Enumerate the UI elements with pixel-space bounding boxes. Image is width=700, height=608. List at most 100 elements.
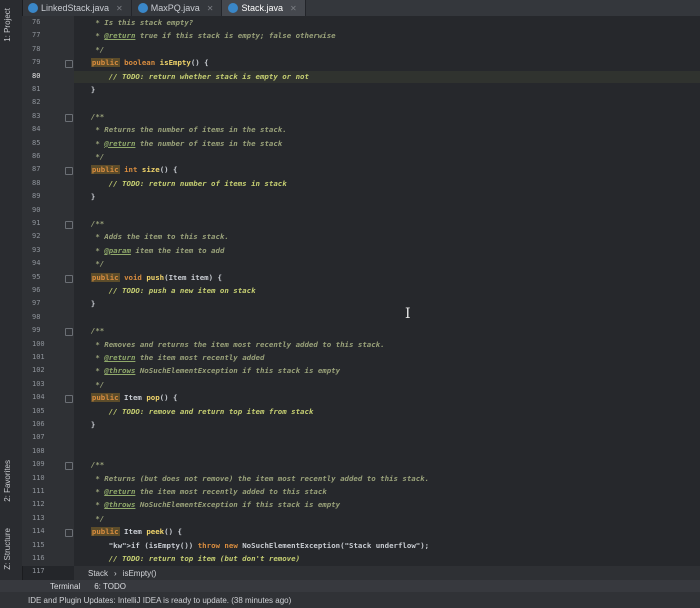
- close-icon[interactable]: ✕: [116, 4, 123, 13]
- bottom-tool-bar: Terminal 6: TODO: [0, 580, 700, 592]
- fold-toggle-icon[interactable]: [65, 462, 73, 471]
- breadcrumb-class[interactable]: Stack: [88, 569, 108, 578]
- java-class-icon: [137, 3, 148, 13]
- tab-label: Stack.java: [241, 3, 284, 13]
- status-bar: IDE and Plugin Updates: IntelliJ IDEA is…: [0, 592, 700, 608]
- fold-toggle-icon[interactable]: [65, 221, 73, 229]
- line-number: 109: [32, 460, 45, 469]
- code-line[interactable]: public int size() {: [82, 165, 178, 175]
- line-number: 87: [32, 165, 41, 174]
- line-number: 104: [32, 393, 45, 402]
- close-icon[interactable]: ✕: [290, 4, 297, 13]
- line-number: 96: [32, 286, 41, 294]
- code-line[interactable]: /**: [82, 219, 104, 228]
- tab-linkedstack[interactable]: LinkedStack.java ✕: [22, 0, 132, 16]
- line-number: 83: [32, 111, 41, 120]
- todo-tool-button[interactable]: 6: TODO: [94, 582, 126, 591]
- fold-toggle-icon[interactable]: [65, 395, 73, 404]
- line-number: 86: [32, 152, 41, 160]
- tab-label: LinkedStack.java: [41, 3, 110, 13]
- fold-toggle-icon[interactable]: [65, 167, 73, 176]
- text-cursor-icon: I: [405, 306, 411, 322]
- fold-toggle-icon[interactable]: [65, 274, 73, 283]
- code-line[interactable]: */: [82, 152, 104, 161]
- code-line[interactable]: /**: [82, 326, 104, 335]
- line-number: 80: [32, 71, 41, 80]
- code-line[interactable]: "kw">if (isEmpty()) throw new NoSuchElem…: [82, 541, 429, 550]
- code-line[interactable]: // TODO: push a new item on stack: [82, 286, 256, 295]
- line-number: 95: [32, 272, 41, 281]
- line-number: 94: [32, 259, 41, 268]
- code-line[interactable]: /**: [82, 460, 104, 469]
- editor-tab-bar: LinkedStack.java ✕ MaxPQ.java ✕ Stack.ja…: [22, 0, 700, 16]
- line-number: 114: [32, 527, 45, 536]
- code-line[interactable]: */: [82, 514, 104, 523]
- code-line[interactable]: * @throws NoSuchElementException if this…: [82, 366, 340, 375]
- code-line[interactable]: * Is this stack empty?: [82, 18, 193, 27]
- code-line[interactable]: * Removes and returns the item most rece…: [82, 340, 384, 349]
- fold-toggle-icon[interactable]: [65, 328, 73, 337]
- code-line[interactable]: // TODO: return top item (but don't remo…: [82, 554, 300, 563]
- code-line[interactable]: public boolean isEmpty() {: [82, 58, 209, 68]
- code-line[interactable]: public Item peek() {: [82, 527, 182, 537]
- code-line[interactable]: */: [82, 259, 104, 268]
- line-number: 112: [32, 500, 45, 509]
- fold-toggle-icon[interactable]: [65, 60, 73, 69]
- structure-tool-button[interactable]: Z: Structure: [3, 528, 12, 570]
- tab-maxpq[interactable]: MaxPQ.java ✕: [132, 0, 223, 16]
- line-number: 105: [32, 406, 45, 415]
- line-number-gutter[interactable]: 76 77 78 79 80 81 82 83 84 85 86 87 88 89 90 91 92 93 94 95…: [22, 16, 74, 575]
- line-number: 82: [32, 98, 41, 107]
- code-editor[interactable]: * Is this stack empty? * @return true if…: [74, 16, 700, 576]
- code-line[interactable]: * @throws NoSuchElementException if this…: [82, 500, 340, 509]
- code-line[interactable]: }: [82, 299, 95, 308]
- line-number: 106: [32, 420, 45, 428]
- line-number: 100: [32, 339, 45, 348]
- line-number: 93: [32, 245, 41, 254]
- terminal-tool-button[interactable]: Terminal: [50, 582, 80, 591]
- line-number: 99: [32, 326, 41, 335]
- project-tool-button[interactable]: 1: Project: [3, 8, 12, 42]
- code-line[interactable]: * @return the item most recently added t…: [82, 487, 326, 496]
- code-line[interactable]: }: [82, 420, 95, 429]
- line-number: 76: [32, 18, 41, 26]
- line-number: 91: [32, 219, 41, 227]
- code-line[interactable]: */: [82, 380, 104, 389]
- line-number: 97: [32, 299, 41, 308]
- code-line[interactable]: * Returns (but does not remove) the item…: [82, 474, 429, 483]
- line-number: 81: [32, 85, 41, 93]
- left-tool-strip: 1: Project 2: Favorites Z: Structure: [0, 0, 23, 580]
- favorites-tool-button[interactable]: 2: Favorites: [3, 460, 12, 502]
- line-number: 107: [32, 433, 45, 442]
- line-number: 101: [32, 353, 45, 361]
- code-line[interactable]: // TODO: remove and return top item from…: [82, 407, 314, 416]
- line-number: 78: [32, 44, 41, 53]
- line-number: 98: [32, 312, 41, 321]
- fold-toggle-icon[interactable]: [65, 529, 73, 538]
- status-message[interactable]: IDE and Plugin Updates: IntelliJ IDEA is…: [28, 596, 291, 605]
- java-class-icon: [28, 3, 38, 13]
- code-line[interactable]: // TODO: return number of items in stack: [82, 179, 287, 188]
- line-number: 110: [32, 473, 45, 482]
- code-line[interactable]: * @return true if this stack is empty; f…: [82, 31, 335, 40]
- code-line[interactable]: }: [82, 192, 95, 201]
- code-line[interactable]: * Adds the item to this stack.: [82, 232, 229, 241]
- code-line[interactable]: * Returns the number of items in the sta…: [82, 125, 286, 134]
- code-line[interactable]: * @return the item most recently added: [82, 353, 264, 362]
- line-number: 92: [32, 232, 41, 241]
- close-icon[interactable]: ✕: [207, 4, 214, 13]
- code-line[interactable]: /**: [82, 112, 104, 121]
- line-number: 85: [32, 138, 41, 147]
- tab-stack[interactable]: Stack.java ✕: [222, 0, 306, 16]
- breadcrumb-method[interactable]: isEmpty(): [123, 569, 157, 578]
- code-line[interactable]: public Item pop() {: [82, 393, 177, 403]
- code-line[interactable]: */: [82, 45, 104, 54]
- code-line[interactable]: * @return the number of items in the sta…: [82, 139, 282, 148]
- chevron-right-icon: ›: [114, 568, 117, 578]
- code-line[interactable]: }: [82, 85, 95, 94]
- code-line[interactable]: public void push(Item item) {: [82, 272, 222, 282]
- code-line[interactable]: // TODO: return whether stack is empty o…: [82, 72, 309, 81]
- code-line[interactable]: * @param item the item to add: [82, 246, 224, 255]
- fold-toggle-icon[interactable]: [65, 113, 73, 122]
- breadcrumb: Stack › isEmpty(): [74, 566, 700, 580]
